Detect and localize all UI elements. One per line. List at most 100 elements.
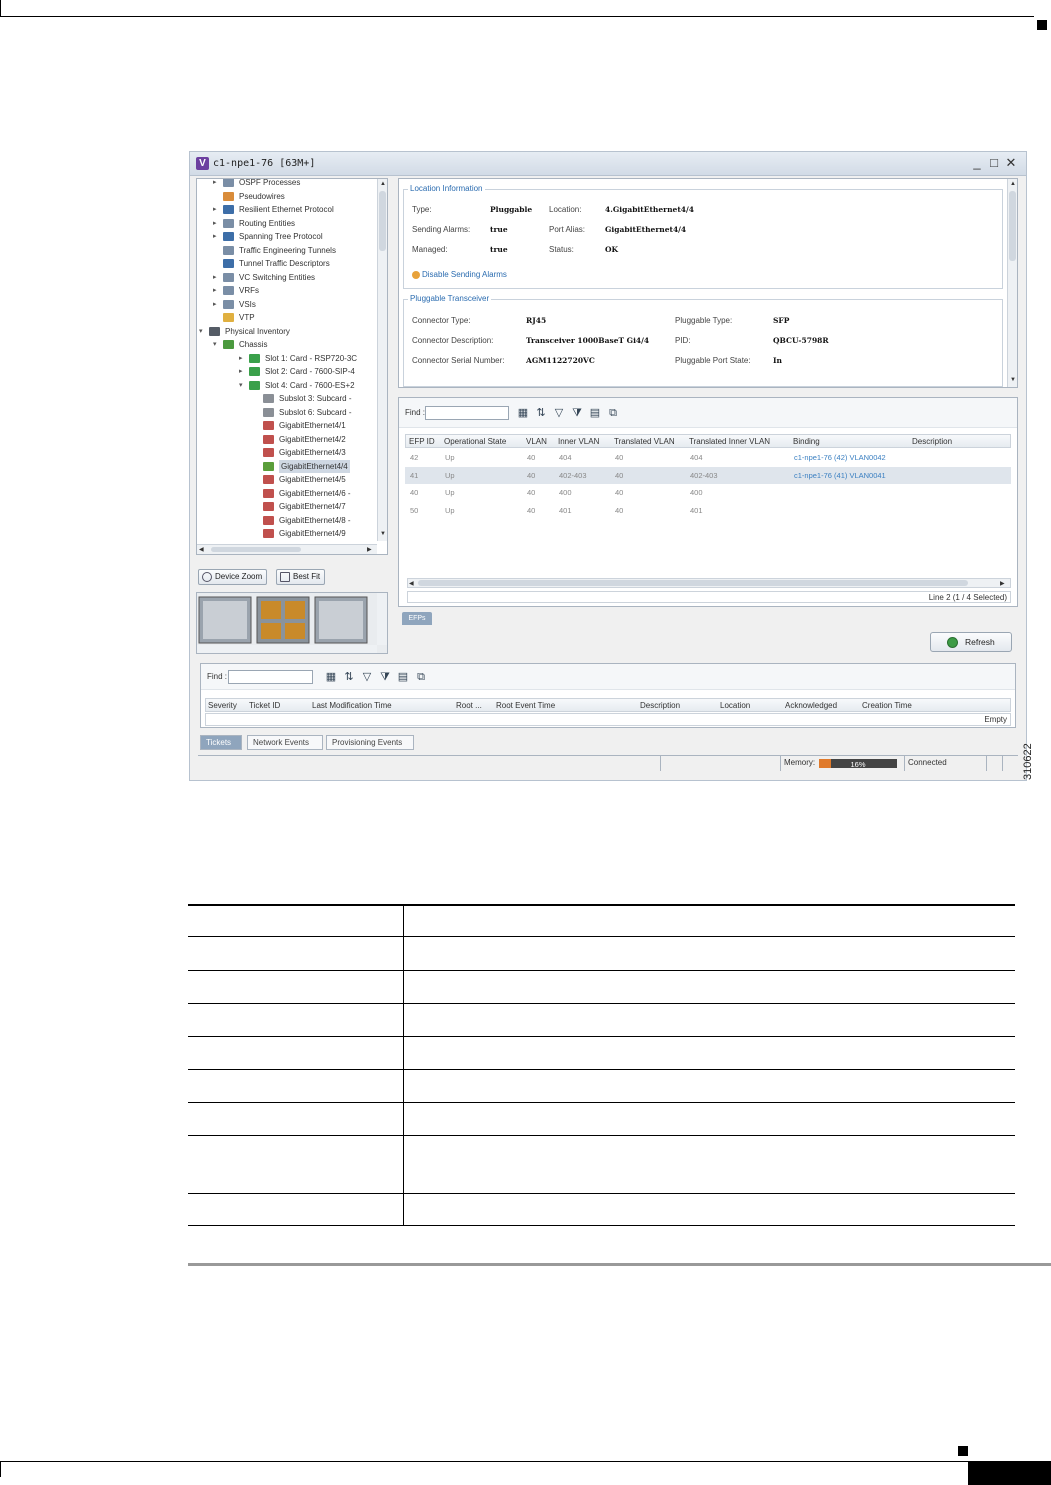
- pluggable-type-field: Pluggable Type: SFP: [675, 316, 789, 325]
- tab-tickets[interactable]: Tickets: [200, 735, 242, 750]
- scroll-thumb[interactable]: [379, 191, 386, 251]
- expand-toggle-icon[interactable]: ▸: [239, 352, 243, 365]
- expand-toggle-icon[interactable]: ▸: [213, 179, 217, 189]
- tab-efps[interactable]: EFPs: [402, 612, 432, 625]
- efp-horizontal-scrollbar[interactable]: ◀ ▶: [407, 578, 1011, 588]
- tab-network-events[interactable]: Network Events: [247, 735, 323, 750]
- expand-toggle-icon[interactable]: ▾: [199, 325, 203, 338]
- expand-toggle-icon[interactable]: ▾: [239, 379, 243, 392]
- efp-column-header[interactable]: Operational State: [444, 437, 506, 446]
- table-row[interactable]: 40 Up 40 400 40 400: [405, 484, 1011, 501]
- tree-node-icon: [263, 394, 274, 403]
- efp-column-header[interactable]: Translated VLAN: [614, 437, 675, 446]
- export-icon[interactable]: ▤: [397, 671, 409, 683]
- scroll-thumb[interactable]: [1009, 191, 1016, 261]
- expand-toggle-icon[interactable]: ▾: [213, 338, 217, 351]
- expand-toggle-icon[interactable]: ▸: [213, 217, 217, 230]
- minimap-horizontal-scrollbar[interactable]: [197, 645, 377, 654]
- tickets-column-header[interactable]: Last Modification Time: [312, 701, 392, 710]
- minimap-vertical-scrollbar[interactable]: [377, 593, 388, 645]
- table-row[interactable]: 50 Up 40 401 40 401: [405, 502, 1011, 519]
- table-row[interactable]: 41 Up 40 402-403 40 402-403 c1-npe1-76 (41) VL…: [405, 466, 1011, 484]
- table-settings-icon[interactable]: ⧉: [415, 671, 427, 683]
- expand-toggle-icon[interactable]: ▸: [213, 203, 217, 216]
- close-button[interactable]: ✕: [1004, 155, 1018, 171]
- tickets-column-header[interactable]: Acknowledged: [785, 701, 837, 710]
- binding-link[interactable]: c1-npe1-76 (42) VLAN0042: [794, 453, 886, 462]
- efp-column-header[interactable]: Binding: [793, 437, 820, 446]
- expand-toggle-icon[interactable]: ▸: [239, 365, 243, 378]
- scroll-up-icon[interactable]: ▲: [380, 181, 386, 187]
- scroll-up-icon[interactable]: ▲: [1010, 181, 1016, 187]
- tickets-column-header[interactable]: Root Event Time: [496, 701, 555, 710]
- tree-item-label: Physical Inventory: [225, 326, 290, 336]
- scroll-down-icon[interactable]: ▼: [1010, 377, 1016, 383]
- sending-alarms-field: Sending Alarms: true: [412, 225, 508, 234]
- scroll-thumb[interactable]: [211, 547, 301, 552]
- tree-horizontal-scrollbar[interactable]: ◀ ▶: [197, 544, 377, 554]
- tab-provisioning-events[interactable]: Provisioning Events: [326, 735, 414, 750]
- tickets-find-input[interactable]: [228, 670, 313, 684]
- efp-column-header[interactable]: Translated Inner VLAN: [689, 437, 770, 446]
- save-icon[interactable]: ▦: [325, 671, 337, 683]
- tree-item-label: Resilient Ethernet Protocol: [239, 205, 334, 214]
- tickets-column-header[interactable]: Root ...: [456, 701, 482, 710]
- refresh-label: Refresh: [965, 637, 995, 647]
- advanced-filter-icon[interactable]: ⧩: [571, 407, 583, 419]
- filter-icon[interactable]: ▽: [361, 671, 373, 683]
- refresh-button[interactable]: Refresh: [930, 632, 1012, 652]
- efp-find-input[interactable]: [425, 406, 509, 420]
- efp-column-header[interactable]: Inner VLAN: [558, 437, 599, 446]
- device-zoom-button[interactable]: Device Zoom: [198, 569, 268, 585]
- sort-icon[interactable]: ⇅: [535, 407, 547, 419]
- table-settings-icon[interactable]: ⧉: [607, 407, 619, 419]
- page-header-rule: [0, 16, 1034, 17]
- connector-description-field: Connector Description: Transceiver 1000B…: [412, 336, 649, 345]
- save-icon[interactable]: ▦: [517, 407, 529, 419]
- port-block: [285, 601, 305, 619]
- device-minimap[interactable]: [196, 592, 388, 654]
- scroll-thumb[interactable]: [418, 580, 968, 586]
- expand-toggle-icon[interactable]: ▸: [213, 230, 217, 243]
- efp-column-header[interactable]: VLAN: [526, 437, 547, 446]
- table-cell: 402-403: [559, 470, 587, 480]
- properties-vertical-scrollbar[interactable]: ▲ ▼: [1007, 179, 1017, 387]
- expand-toggle-icon[interactable]: ▸: [213, 284, 217, 297]
- binding-link[interactable]: c1-npe1-76 (41) VLAN0041: [794, 471, 886, 480]
- disable-sending-alarms-link[interactable]: Disable Sending Alarms: [412, 270, 507, 279]
- selection-status: Line 2 (1 / 4 Selected): [928, 593, 1007, 602]
- sort-icon[interactable]: ⇅: [343, 671, 355, 683]
- tree-vertical-scrollbar[interactable]: ▲ ▼: [377, 179, 387, 541]
- tree-item-label: VRFs: [239, 286, 259, 295]
- tree-node-icon: [263, 434, 274, 444]
- efp-column-header[interactable]: EFP ID: [409, 437, 435, 446]
- tree-node-icon: [223, 299, 234, 309]
- table-row[interactable]: 42 Up 40 404 40 404 c1-npe1-76 (42) VLAN0042: [405, 449, 1011, 466]
- expand-toggle-icon[interactable]: ▸: [213, 298, 217, 311]
- filter-icon[interactable]: ▽: [553, 407, 565, 419]
- tickets-column-header[interactable]: Severity: [208, 701, 237, 710]
- scroll-left-icon[interactable]: ◀: [199, 546, 204, 553]
- tickets-column-header[interactable]: Creation Time: [862, 701, 912, 710]
- best-fit-button[interactable]: Best Fit: [276, 569, 326, 585]
- scroll-right-icon[interactable]: ▶: [367, 546, 372, 553]
- tree-node-icon: [223, 340, 234, 349]
- tree-node-icon: [263, 448, 274, 457]
- chassis-thumbnail: [197, 593, 388, 654]
- maximize-button[interactable]: □: [987, 155, 1001, 170]
- scroll-left-icon[interactable]: ◀: [409, 580, 414, 587]
- pid-value: QBCU-5798R: [773, 336, 829, 345]
- pluggable-type-label: Pluggable Type:: [675, 316, 733, 325]
- advanced-filter-icon[interactable]: ⧩: [379, 671, 391, 683]
- scroll-right-icon[interactable]: ▶: [1000, 580, 1005, 587]
- export-icon[interactable]: ▤: [589, 407, 601, 419]
- tickets-column-header[interactable]: Location: [720, 701, 750, 710]
- page-corner-mark: [0, 1461, 1, 1477]
- tickets-column-header[interactable]: Ticket ID: [249, 701, 280, 710]
- minimize-button[interactable]: _: [970, 155, 984, 170]
- tickets-column-header[interactable]: Description: [640, 701, 680, 710]
- efp-column-header[interactable]: Description: [912, 437, 952, 446]
- expand-toggle-icon[interactable]: ▸: [213, 271, 217, 284]
- device-zoom-label: Device Zoom: [215, 572, 263, 581]
- scroll-down-icon[interactable]: ▼: [380, 531, 386, 537]
